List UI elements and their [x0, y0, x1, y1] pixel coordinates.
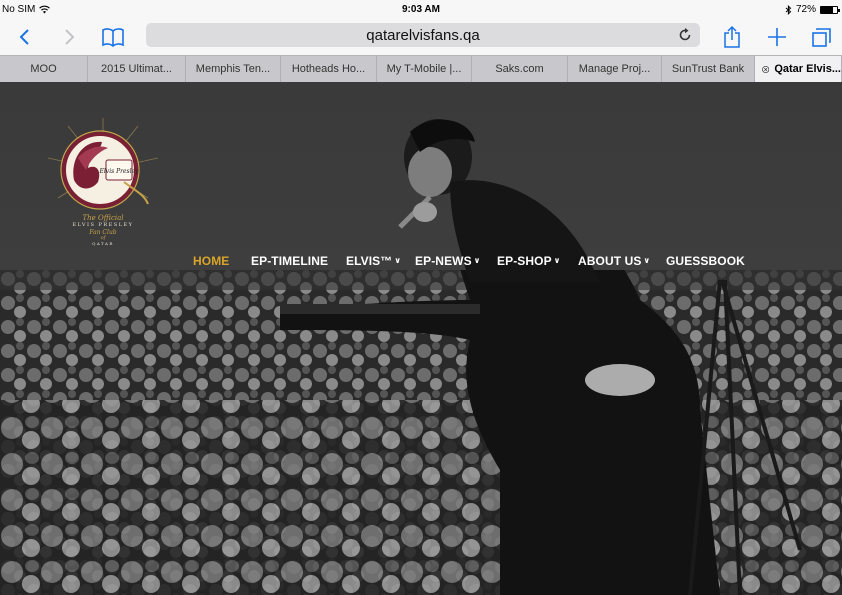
bookmarks-button[interactable] — [100, 23, 126, 51]
logo-line-elvis: ELVIS PRESLEY — [72, 222, 134, 228]
share-button[interactable] — [720, 23, 744, 51]
tab-bar: MOO 2015 Ultimat... Memphis Ten... Hothe… — [0, 55, 842, 82]
chevron-down-icon: ∨ — [473, 256, 481, 265]
tab-label: Memphis Ten... — [195, 63, 271, 75]
tab-label: SunTrust Bank — [671, 63, 745, 75]
nav-label: HOME — [193, 254, 230, 268]
battery-fill — [821, 6, 833, 13]
nav-label: EP-NEWS — [415, 254, 472, 268]
tab-label: Qatar Elvis... — [774, 63, 841, 75]
back-button[interactable] — [14, 23, 36, 51]
web-content: Elvis Presley The Official ELVIS PRESLEY… — [0, 82, 842, 595]
tab-memphis[interactable]: Memphis Ten... — [186, 56, 281, 82]
tabs-overview-button[interactable] — [809, 23, 835, 51]
tab-label: MOO — [30, 63, 57, 75]
plus-icon — [768, 28, 786, 46]
tab-manage-projects[interactable]: Manage Proj... — [568, 56, 662, 82]
chevron-right-icon — [65, 29, 75, 45]
nav-elvis[interactable]: ELVIS™ ∨ — [346, 254, 401, 268]
logo-line-qatar: QATAR — [92, 241, 114, 246]
reload-icon[interactable] — [678, 27, 692, 42]
nav-about-us[interactable]: ABOUT US ∨ — [578, 254, 650, 268]
tabs-icon — [812, 28, 831, 47]
tab-qatar-elvis[interactable]: Qatar Elvis... — [755, 56, 842, 82]
share-icon — [724, 25, 740, 48]
chevron-down-icon: ∨ — [553, 256, 561, 265]
logo-signature: Elvis Presley — [99, 168, 140, 175]
tab-ultimate[interactable]: 2015 Ultimat... — [88, 56, 186, 82]
main-nav: HOME EP-TIMELINE ELVIS™ ∨ EP-NEWS ∨ EP-SHO… — [0, 250, 842, 272]
status-right: 72% — [785, 4, 840, 15]
nav-label: EP-TIMELINE — [251, 254, 329, 268]
new-tab-button[interactable] — [765, 23, 789, 51]
tab-tmobile[interactable]: My T-Mobile |... — [377, 56, 472, 82]
nav-label: ELVIS™ — [346, 254, 393, 268]
chevron-down-icon: ∨ — [643, 256, 651, 265]
status-bar: No SIM 9:03 AM 72% — [0, 0, 842, 20]
nav-label: GUESSBOOK — [666, 254, 745, 268]
close-tab-icon[interactable] — [762, 64, 770, 75]
clock: 9:03 AM — [402, 4, 440, 15]
nav-ep-shop[interactable]: EP-SHOP ∨ — [497, 254, 560, 268]
book-icon — [102, 28, 124, 47]
nav-guessbook[interactable]: GUESSBOOK — [666, 254, 745, 268]
nav-home[interactable]: HOME — [193, 254, 229, 268]
address-bar[interactable]: qatarelvisfans.qa — [146, 23, 700, 47]
bluetooth-icon — [785, 4, 792, 15]
battery-percent: 72% — [795, 4, 816, 15]
tab-label: Manage Proj... — [578, 63, 651, 75]
nav-label: ABOUT US — [578, 254, 642, 268]
browser-toolbar: qatarelvisfans.qa — [0, 20, 842, 55]
tab-label: My T-Mobile |... — [386, 63, 462, 75]
tab-label: Saks.com — [495, 63, 544, 75]
chevron-down-icon: ∨ — [394, 256, 401, 265]
forward-button[interactable] — [58, 23, 80, 51]
hero-photo — [0, 270, 842, 595]
nav-label: EP-SHOP — [497, 254, 552, 268]
logo-line-official: The Official — [82, 214, 124, 222]
tab-label: 2015 Ultimat... — [101, 63, 172, 75]
nav-ep-news[interactable]: EP-NEWS ∨ — [415, 254, 480, 268]
tab-label: Hotheads Ho... — [291, 63, 366, 75]
chevron-left-icon — [19, 29, 29, 45]
battery-icon — [820, 5, 840, 14]
tab-saks[interactable]: Saks.com — [472, 56, 568, 82]
tab-suntrust[interactable]: SunTrust Bank — [662, 56, 755, 82]
nav-ep-timeline[interactable]: EP-TIMELINE — [251, 254, 328, 268]
tab-moo[interactable]: MOO — [0, 56, 88, 82]
url-text: qatarelvisfans.qa — [366, 26, 480, 44]
tab-hotheads[interactable]: Hotheads Ho... — [281, 56, 377, 82]
